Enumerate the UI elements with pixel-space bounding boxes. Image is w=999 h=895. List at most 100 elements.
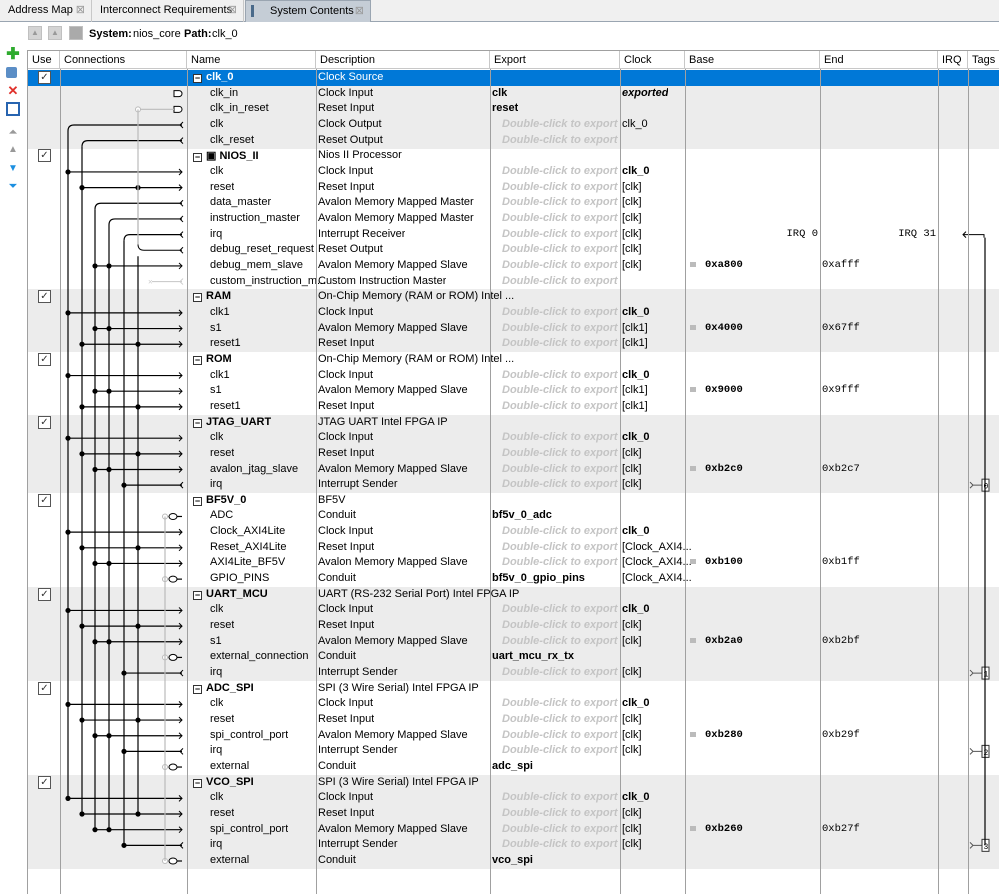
interface-name[interactable]: s1: [210, 322, 222, 334]
clock-value[interactable]: [clk]: [622, 228, 642, 240]
interface-row[interactable]: external Conduit adc_spi: [28, 759, 999, 775]
export-placeholder[interactable]: Double-click to export: [502, 729, 618, 741]
interface-name[interactable]: clk: [210, 165, 223, 177]
add-component-icon[interactable]: ✚: [6, 47, 20, 63]
export-placeholder[interactable]: Double-click to export: [502, 181, 618, 193]
interface-row[interactable]: irq Interrupt Sender Double-click to expor…: [28, 837, 999, 854]
clock-value[interactable]: clk_0: [622, 306, 650, 318]
interface-row[interactable]: s1 Avalon Memory Mapped Slave Double-click…: [28, 320, 999, 337]
lock-icon[interactable]: [690, 825, 696, 831]
close-tab-icon[interactable]: ⊠: [76, 3, 85, 16]
clock-value[interactable]: [clk]: [622, 181, 642, 193]
collapse-icon[interactable]: −: [193, 74, 202, 83]
interface-row[interactable]: instruction_master Avalon Memory Mapped M…: [28, 211, 999, 227]
clock-value[interactable]: [clk]: [622, 807, 642, 819]
interface-name[interactable]: clk1: [210, 369, 230, 381]
interface-row[interactable]: clk1 Clock Input Double-click to export clk…: [28, 368, 999, 384]
move-to-top-icon[interactable]: ⏶: [6, 126, 20, 140]
component-name[interactable]: − JTAG_UART: [193, 416, 271, 428]
interface-row[interactable]: Reset_AXI4Lite Reset Input Double-click to…: [28, 540, 999, 556]
clock-value[interactable]: [clk]: [622, 259, 642, 271]
use-checkbox[interactable]: ✓: [38, 149, 51, 163]
interface-row[interactable]: reset Reset Input Double-click to export [c…: [28, 806, 999, 823]
end-address[interactable]: 0xb2c7: [822, 463, 860, 475]
clock-value[interactable]: exported: [622, 87, 668, 99]
base-address[interactable]: 0xa800: [705, 259, 743, 271]
interface-row[interactable]: clk Clock Input Double-click to export clk_…: [28, 164, 999, 180]
export-placeholder[interactable]: Double-click to export: [502, 713, 618, 725]
use-checkbox[interactable]: ✓: [38, 587, 51, 601]
export-name[interactable]: bf5v_0_adc: [492, 509, 552, 521]
interface-row[interactable]: custom_instruction_m... Custom Instructio…: [28, 274, 999, 290]
interface-row[interactable]: s1 Avalon Memory Mapped Slave Double-click…: [28, 633, 999, 650]
interface-row[interactable]: clk Clock Output Double-click to export clk…: [28, 116, 999, 133]
export-placeholder[interactable]: Double-click to export: [502, 259, 618, 271]
clock-value[interactable]: [clk]: [622, 635, 642, 647]
interface-name[interactable]: reset: [210, 619, 234, 631]
export-placeholder[interactable]: Double-click to export: [502, 619, 618, 631]
interface-row[interactable]: clk Clock Input Double-click to export clk_…: [28, 602, 999, 619]
collapse-icon[interactable]: −: [193, 590, 202, 600]
end-address[interactable]: 0xb1ff: [822, 556, 860, 568]
interface-row[interactable]: reset1 Reset Input Double-click to export […: [28, 399, 999, 415]
hierarchy-icon[interactable]: [69, 26, 83, 40]
tab-address-map[interactable]: Address Map ⊠: [0, 0, 92, 22]
component-name[interactable]: − ROM: [193, 353, 232, 365]
clock-value[interactable]: [clk]: [622, 823, 642, 835]
component-row[interactable]: ✓ − ▣ NIOS_II Nios II Processor: [28, 148, 999, 164]
lock-icon[interactable]: [690, 261, 696, 267]
column-header-description[interactable]: Description: [316, 51, 490, 69]
interface-name[interactable]: Clock_AXI4Lite: [210, 525, 285, 537]
export-placeholder[interactable]: Double-click to export: [502, 306, 618, 318]
interface-row[interactable]: clk Clock Input Double-click to export clk_…: [28, 430, 999, 447]
export-placeholder[interactable]: Double-click to export: [502, 431, 618, 443]
component-name[interactable]: − ADC_SPI: [193, 682, 254, 694]
interface-name[interactable]: AXI4Lite_BF5V: [210, 556, 285, 568]
interface-name[interactable]: s1: [210, 384, 222, 396]
end-address[interactable]: 0xb27f: [822, 823, 860, 835]
use-checkbox[interactable]: ✓: [38, 493, 51, 507]
base-address[interactable]: 0xb260: [705, 823, 743, 835]
interface-name[interactable]: clk: [210, 603, 223, 615]
clock-value[interactable]: [clk]: [622, 744, 642, 756]
interface-row[interactable]: clk_reset Reset Output Double-click to exp…: [28, 132, 999, 149]
component-name[interactable]: − UART_MCU: [193, 588, 268, 600]
move-down-icon[interactable]: ▼: [6, 162, 20, 176]
interface-row[interactable]: external Conduit vco_spi: [28, 853, 999, 869]
export-placeholder[interactable]: Double-click to export: [502, 228, 618, 240]
edit-icon[interactable]: [6, 102, 20, 116]
interface-row[interactable]: Clock_AXI4Lite Clock Input Double-click to…: [28, 524, 999, 540]
interface-row[interactable]: reset Reset Input Double-click to export [c…: [28, 712, 999, 728]
export-placeholder[interactable]: Double-click to export: [502, 322, 618, 334]
component-row[interactable]: ✓ − JTAG_UART JTAG UART Intel FPGA IP: [28, 414, 999, 431]
export-name[interactable]: bf5v_0_gpio_pins: [492, 572, 585, 584]
interface-name[interactable]: clk_reset: [210, 134, 254, 146]
export-placeholder[interactable]: Double-click to export: [502, 556, 618, 568]
clock-value[interactable]: clk_0: [622, 369, 650, 381]
clock-value[interactable]: [clk]: [622, 212, 642, 224]
lock-icon[interactable]: [690, 731, 696, 737]
end-address[interactable]: 0xb29f: [822, 729, 860, 741]
clock-value[interactable]: [clk1]: [622, 400, 648, 412]
interface-name[interactable]: irq: [210, 666, 222, 678]
export-placeholder[interactable]: Double-click to export: [502, 823, 618, 835]
interface-row[interactable]: clk Clock Input Double-click to export clk_…: [28, 696, 999, 712]
use-checkbox[interactable]: ✓: [38, 775, 51, 789]
interface-name[interactable]: external_connection: [210, 650, 308, 662]
column-header-use[interactable]: Use: [28, 51, 60, 69]
tab-interconnect-requirements[interactable]: Interconnect Requirements ⊠: [92, 0, 244, 22]
export-placeholder[interactable]: Double-click to export: [502, 165, 618, 177]
export-placeholder[interactable]: Double-click to export: [502, 807, 618, 819]
column-header-name[interactable]: Name: [187, 51, 316, 69]
column-header-connections[interactable]: Connections: [60, 51, 187, 69]
interface-name[interactable]: external: [210, 760, 249, 772]
interface-name[interactable]: Reset_AXI4Lite: [210, 541, 286, 553]
interface-row[interactable]: clk Clock Input Double-click to export clk_…: [28, 790, 999, 807]
export-placeholder[interactable]: Double-click to export: [502, 196, 618, 208]
base-address[interactable]: 0x4000: [705, 322, 743, 334]
column-header-clock[interactable]: Clock: [620, 51, 685, 69]
column-header-irq[interactable]: IRQ: [938, 51, 968, 69]
clock-value[interactable]: clk_0: [622, 791, 650, 803]
export-placeholder[interactable]: Double-click to export: [502, 447, 618, 459]
lock-icon[interactable]: [690, 465, 696, 471]
